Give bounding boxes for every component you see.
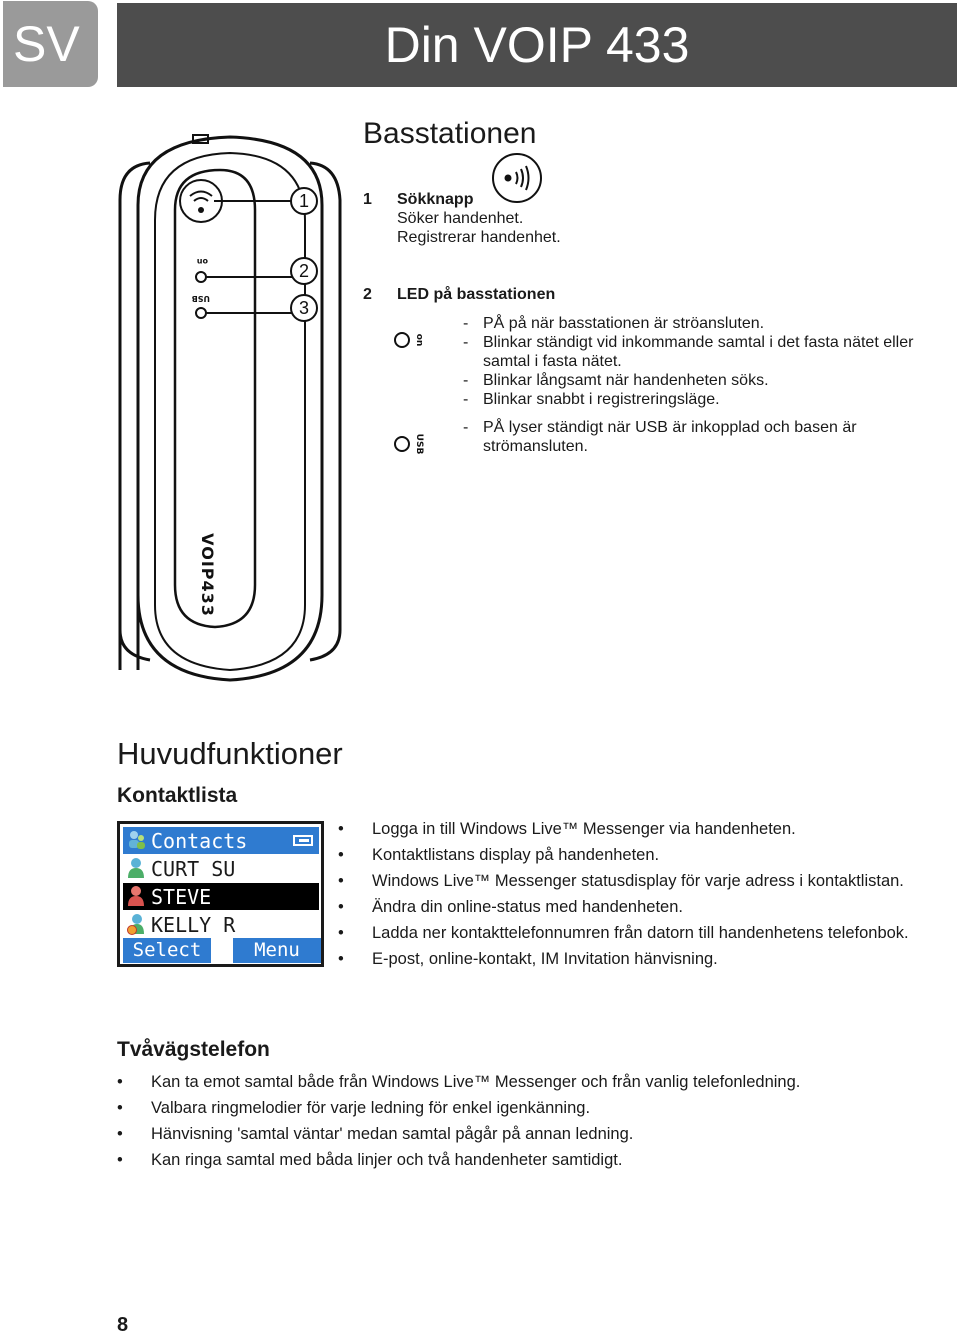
item-line: Söker handenhet.	[397, 210, 524, 227]
svg-text:on: on	[414, 334, 424, 347]
item-line: Registrerar handenhet.	[397, 229, 561, 246]
callout-2-label: 2	[299, 261, 309, 281]
led-usb-points: - PÅ lyser ständigt när USB är inkopplad …	[463, 418, 903, 456]
busy-status-icon	[127, 885, 145, 907]
device-outer-shell	[118, 161, 342, 670]
section-title-huvudfunktioner: Huvudfunktioner	[117, 736, 343, 771]
subsection-title-tvavagstelefon: Tvåvägstelefon	[117, 1038, 270, 1061]
list-item: • Ladda ner kontakttelefonnumren från dat…	[338, 924, 909, 942]
tvavagstelefon-bullets: • Kan ta emot samtal både från Windows Li…	[117, 1069, 957, 1173]
kontaktlista-bullets: • Logga in till Windows Live™ Messenger v…	[338, 816, 958, 972]
battery-icon	[293, 835, 313, 846]
list-item: • Kan ta emot samtal både från Windows Li…	[117, 1073, 801, 1091]
list-item: • Ändra din online-status med handenheten…	[338, 898, 683, 916]
subsection-title-kontaktlista: Kontaktlista	[117, 784, 238, 807]
language-tab: SV	[3, 1, 98, 87]
list-item: • Logga in till Windows Live™ Messenger v…	[338, 820, 796, 838]
svg-text:on: on	[197, 257, 208, 266]
svg-text:USB: USB	[192, 294, 210, 303]
item-title-led: LED på basstationen	[397, 286, 556, 303]
section-title-basstationen: Basstationen	[363, 117, 537, 150]
led-point: - PÅ på när basstationen är ströansluten.	[463, 315, 765, 332]
list-item: • Valbara ringmelodier för varje ledning …	[117, 1099, 591, 1117]
contact-name: STEVE	[151, 885, 212, 909]
page-number: 8	[117, 1314, 129, 1336]
handset-contacts-screen: Contacts CURT SU STEVE KELLY R Select Me…	[117, 821, 324, 967]
item-title-sokknapp: Sökknapp	[397, 191, 474, 208]
led-usb-graphic: USB	[192, 294, 210, 319]
contacts-icon	[127, 829, 145, 851]
led-point: - PÅ lyser ständigt när USB är inkopplad …	[463, 419, 857, 455]
contact-row-selected[interactable]: STEVE	[123, 883, 319, 910]
list-item: • Kontaktlistans display på handenheten.	[338, 846, 660, 864]
led-point: - Blinkar långsamt när handenheten söks.	[463, 372, 769, 389]
screen-header: Contacts	[123, 827, 319, 854]
list-item: • E-post, online-kontakt, IM Invitation h…	[338, 950, 718, 968]
device-body	[136, 135, 324, 682]
contact-name: KELLY R	[151, 913, 236, 937]
led-usb-indicator: USB	[394, 432, 428, 462]
menu-softkey[interactable]: Menu	[233, 938, 321, 963]
paging-button-icon	[492, 153, 542, 203]
base-station-diagram: on USB 1 2 3 VOIP433	[118, 134, 342, 682]
away-status-icon	[127, 913, 145, 935]
contact-row[interactable]: KELLY R	[123, 911, 319, 938]
callout-1-label: 1	[299, 191, 309, 211]
led-point: - Blinkar snabbt i registreringsläge.	[463, 391, 720, 408]
contact-row[interactable]: CURT SU	[123, 855, 319, 882]
brand-text: VOIP433	[198, 533, 217, 617]
list-item: • Hänvisning 'samtal väntar' medan samtal…	[117, 1125, 634, 1143]
led-on-indicator: on	[394, 330, 428, 356]
contact-name: CURT SU	[151, 857, 236, 881]
led-on-graphic: on	[195, 257, 208, 283]
item-number-2: 2	[363, 286, 372, 303]
svg-text:USB: USB	[414, 434, 424, 455]
led-point: - Blinkar ständigt vid inkommande samtal …	[463, 334, 914, 370]
select-softkey[interactable]: Select	[123, 938, 211, 963]
led-on-points: - PÅ på när basstationen är ströansluten.…	[463, 314, 953, 409]
callout-3-label: 3	[299, 298, 309, 318]
item-number-1: 1	[363, 191, 372, 208]
page-title: Din VOIP 433	[117, 3, 957, 87]
online-status-icon	[127, 857, 145, 879]
screen-title: Contacts	[151, 829, 248, 853]
list-item: • Windows Live™ Messenger statusdisplay f…	[338, 872, 904, 890]
list-item: • Kan ringa samtal med båda linjer och tv…	[117, 1151, 623, 1169]
